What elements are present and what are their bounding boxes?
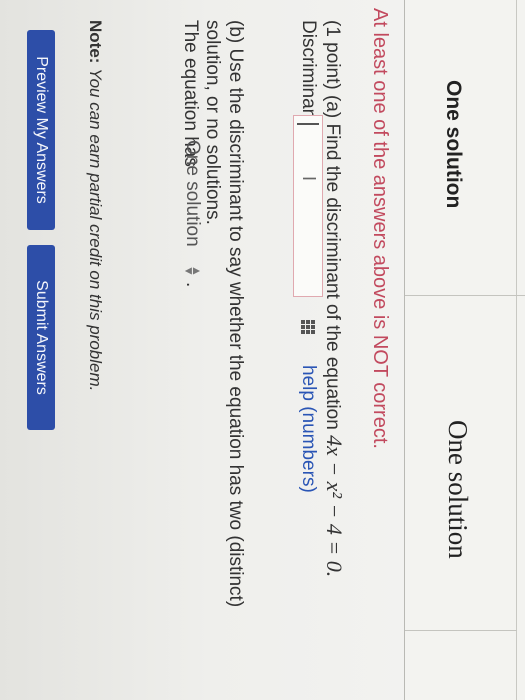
note-text: You can earn partial credit on this prob… — [86, 68, 105, 392]
part-a-prefix: (1 point) (a) Find the discriminant of t… — [322, 20, 343, 430]
part-b-line-2: solution, or no solutions. — [202, 20, 223, 225]
results-column-divider — [405, 295, 525, 296]
preview-answers-button[interactable]: Preview My Answers — [27, 30, 55, 230]
sentence-period: . — [182, 282, 203, 288]
equation: 4x − x² − 4 = 0. — [322, 435, 347, 578]
submit-answers-button[interactable]: Submit Answers — [27, 245, 55, 430]
results-table-header-row — [516, 0, 525, 700]
webwork-page: One solution One solution At least one o… — [0, 0, 525, 700]
partial-credit-note: Note: You can earn partial credit on thi… — [85, 20, 105, 391]
solutions-select[interactable]: One solution — [181, 140, 203, 247]
results-column-divider-end — [405, 630, 517, 631]
results-table: One solution One solution — [404, 0, 525, 700]
ibeam-cursor-icon: I — [299, 176, 319, 182]
part-b-line-1: (b) Use the discriminant to say whether … — [225, 20, 246, 608]
help-numbers-link[interactable]: help (numbers) — [297, 365, 319, 493]
incorrect-answer-warning: At least one of the answers above is NOT… — [369, 8, 391, 449]
answer-preview-cell: One solution — [443, 420, 473, 559]
select-updown-arrows-icon[interactable]: ▲ ▼ — [182, 265, 204, 277]
note-label: Note: — [86, 20, 105, 64]
part-a-statement: (1 point) (a) Find the discriminant of t… — [321, 20, 347, 577]
text-caret — [297, 123, 319, 125]
entered-answer-cell: One solution — [442, 80, 465, 209]
discriminant-input[interactable]: I — [293, 115, 323, 297]
equation-editor-grid-icon[interactable] — [301, 320, 315, 334]
part-b-statement: (b) Use the discriminant to say whether … — [201, 20, 247, 700]
screen: One solution One solution At least one o… — [0, 0, 525, 700]
